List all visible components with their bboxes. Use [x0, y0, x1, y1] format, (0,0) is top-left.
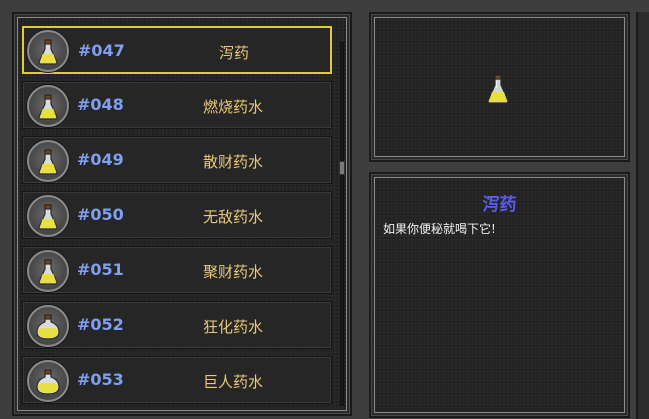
potion-icon	[38, 149, 58, 175]
item-number: #048	[77, 95, 124, 114]
scrollbar-track[interactable]	[340, 42, 344, 406]
potion-icon-frame	[27, 195, 69, 237]
potion-icon	[38, 259, 58, 285]
detail-title: 泻药	[482, 195, 517, 215]
item-row[interactable]: #048 燃烧药水	[22, 81, 332, 129]
potion-icon-frame	[27, 140, 69, 182]
potion-icon	[38, 39, 58, 65]
potion-icon-frame	[27, 85, 69, 127]
potion-icon	[36, 369, 60, 395]
potion-icon	[38, 94, 58, 120]
potion-icon-frame	[27, 305, 69, 347]
item-number: #049	[77, 150, 124, 169]
potion-icon-frame	[27, 250, 69, 292]
item-row[interactable]: #053 巨人药水	[22, 356, 332, 404]
right-edge-panel	[636, 12, 649, 419]
scrollbar-thumb[interactable]	[339, 161, 345, 175]
item-name: 聚财药水	[202, 263, 263, 281]
item-row[interactable]: #051 聚财药水	[22, 246, 332, 294]
item-list-panel: #047 泻药 #048 燃烧药水 #049 散财药水 #050 无敌药水 #051 聚财药水 #0…	[12, 12, 352, 416]
potion-icon-frame	[27, 30, 69, 72]
potion-icon	[36, 314, 60, 340]
item-name: 狂化药水	[202, 318, 263, 336]
item-preview-panel	[369, 12, 630, 162]
detail-background: 泻药 如果你便秘就喝下它!	[374, 177, 625, 413]
item-name: 无敌药水	[202, 208, 263, 226]
item-name: 燃烧药水	[202, 98, 263, 116]
detail-description: 如果你便秘就喝下它!	[383, 222, 496, 236]
potion-icon	[38, 204, 58, 230]
item-number: #052	[77, 315, 124, 334]
item-row[interactable]: #047 泻药	[22, 26, 332, 74]
item-name: 散财药水	[202, 153, 263, 171]
item-row[interactable]: #052 狂化药水	[22, 301, 332, 349]
item-name: 巨人药水	[202, 373, 263, 391]
item-row[interactable]: #049 散财药水	[22, 136, 332, 184]
item-number: #047	[78, 41, 125, 60]
item-number: #051	[77, 260, 124, 279]
item-number: #053	[77, 370, 124, 389]
item-number: #050	[77, 205, 124, 224]
item-name: 泻药	[218, 44, 249, 62]
item-row[interactable]: #050 无敌药水	[22, 191, 332, 239]
potion-icon-frame	[27, 360, 69, 402]
potion-preview-icon	[487, 74, 509, 104]
item-detail-panel: 泻药 如果你便秘就喝下它!	[369, 172, 630, 418]
